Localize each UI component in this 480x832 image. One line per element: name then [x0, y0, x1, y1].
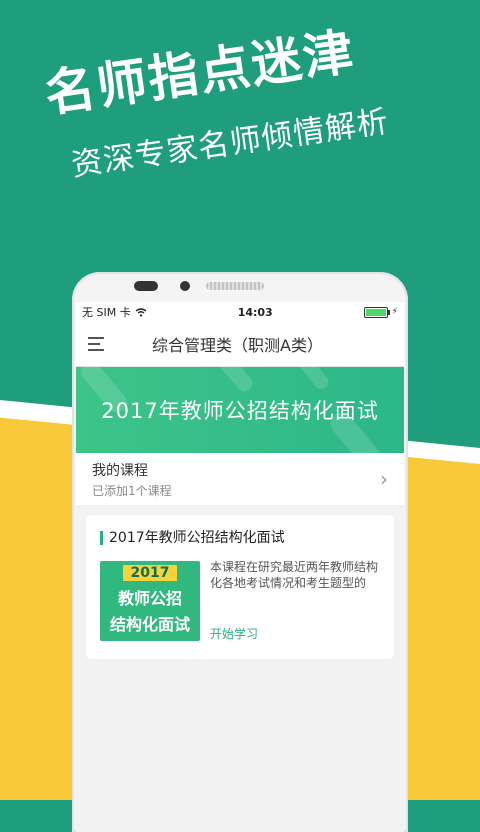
thumbnail-line1: 教师公招 — [117, 589, 182, 608]
course-banner[interactable]: 2017年教师公招结构化面试 — [76, 367, 404, 453]
status-bar: 无 SIM 卡 14:03 ⚡ — [76, 302, 404, 322]
phone-speaker — [206, 282, 264, 290]
banner-decoration — [212, 367, 256, 395]
thumbnail-line2: 结构化面试 — [109, 615, 190, 634]
charging-icon: ⚡ — [391, 307, 398, 317]
menu-icon[interactable] — [76, 337, 124, 351]
course-description: 本课程在研究最近两年教师结构化各地考试情况和考生题型的 — [210, 560, 379, 590]
course-thumbnail: 2017 教师公招 结构化面试 — [100, 561, 200, 641]
nav-title: 综合管理类（职测A类） — [152, 336, 323, 355]
course-card-title: 2017年教师公招结构化面试 — [100, 531, 285, 545]
my-courses-title: 我的课程 — [92, 462, 148, 479]
status-time: 14:03 — [237, 305, 273, 319]
start-learning-button[interactable]: 开始学习 — [210, 625, 258, 642]
app-screen: 无 SIM 卡 14:03 ⚡ 综合管理类（职测A类） 2017年教师公招结构化… — [76, 302, 404, 832]
thumbnail-year: 2017 — [122, 565, 178, 581]
phone-sensor — [134, 281, 158, 291]
phone-frame: 无 SIM 卡 14:03 ⚡ 综合管理类（职测A类） 2017年教师公招结构化… — [72, 272, 408, 832]
course-card[interactable]: 2017年教师公招结构化面试 2017 教师公招 结构化面试 本课程在研究最近两… — [86, 515, 394, 659]
banner-title: 2017年教师公招结构化面试 — [101, 399, 379, 423]
phone-camera — [180, 281, 190, 291]
my-courses-subtitle: 已添加1个课程 — [92, 483, 172, 498]
my-courses-row[interactable]: 我的课程 已添加1个课程 › — [76, 453, 404, 506]
battery-icon — [363, 306, 390, 318]
banner-decoration — [294, 367, 332, 392]
nav-bar: 综合管理类（职测A类） — [76, 322, 404, 367]
chevron-right-icon: › — [380, 467, 388, 491]
wifi-icon — [135, 307, 147, 317]
carrier-label: 无 SIM 卡 — [82, 306, 131, 319]
